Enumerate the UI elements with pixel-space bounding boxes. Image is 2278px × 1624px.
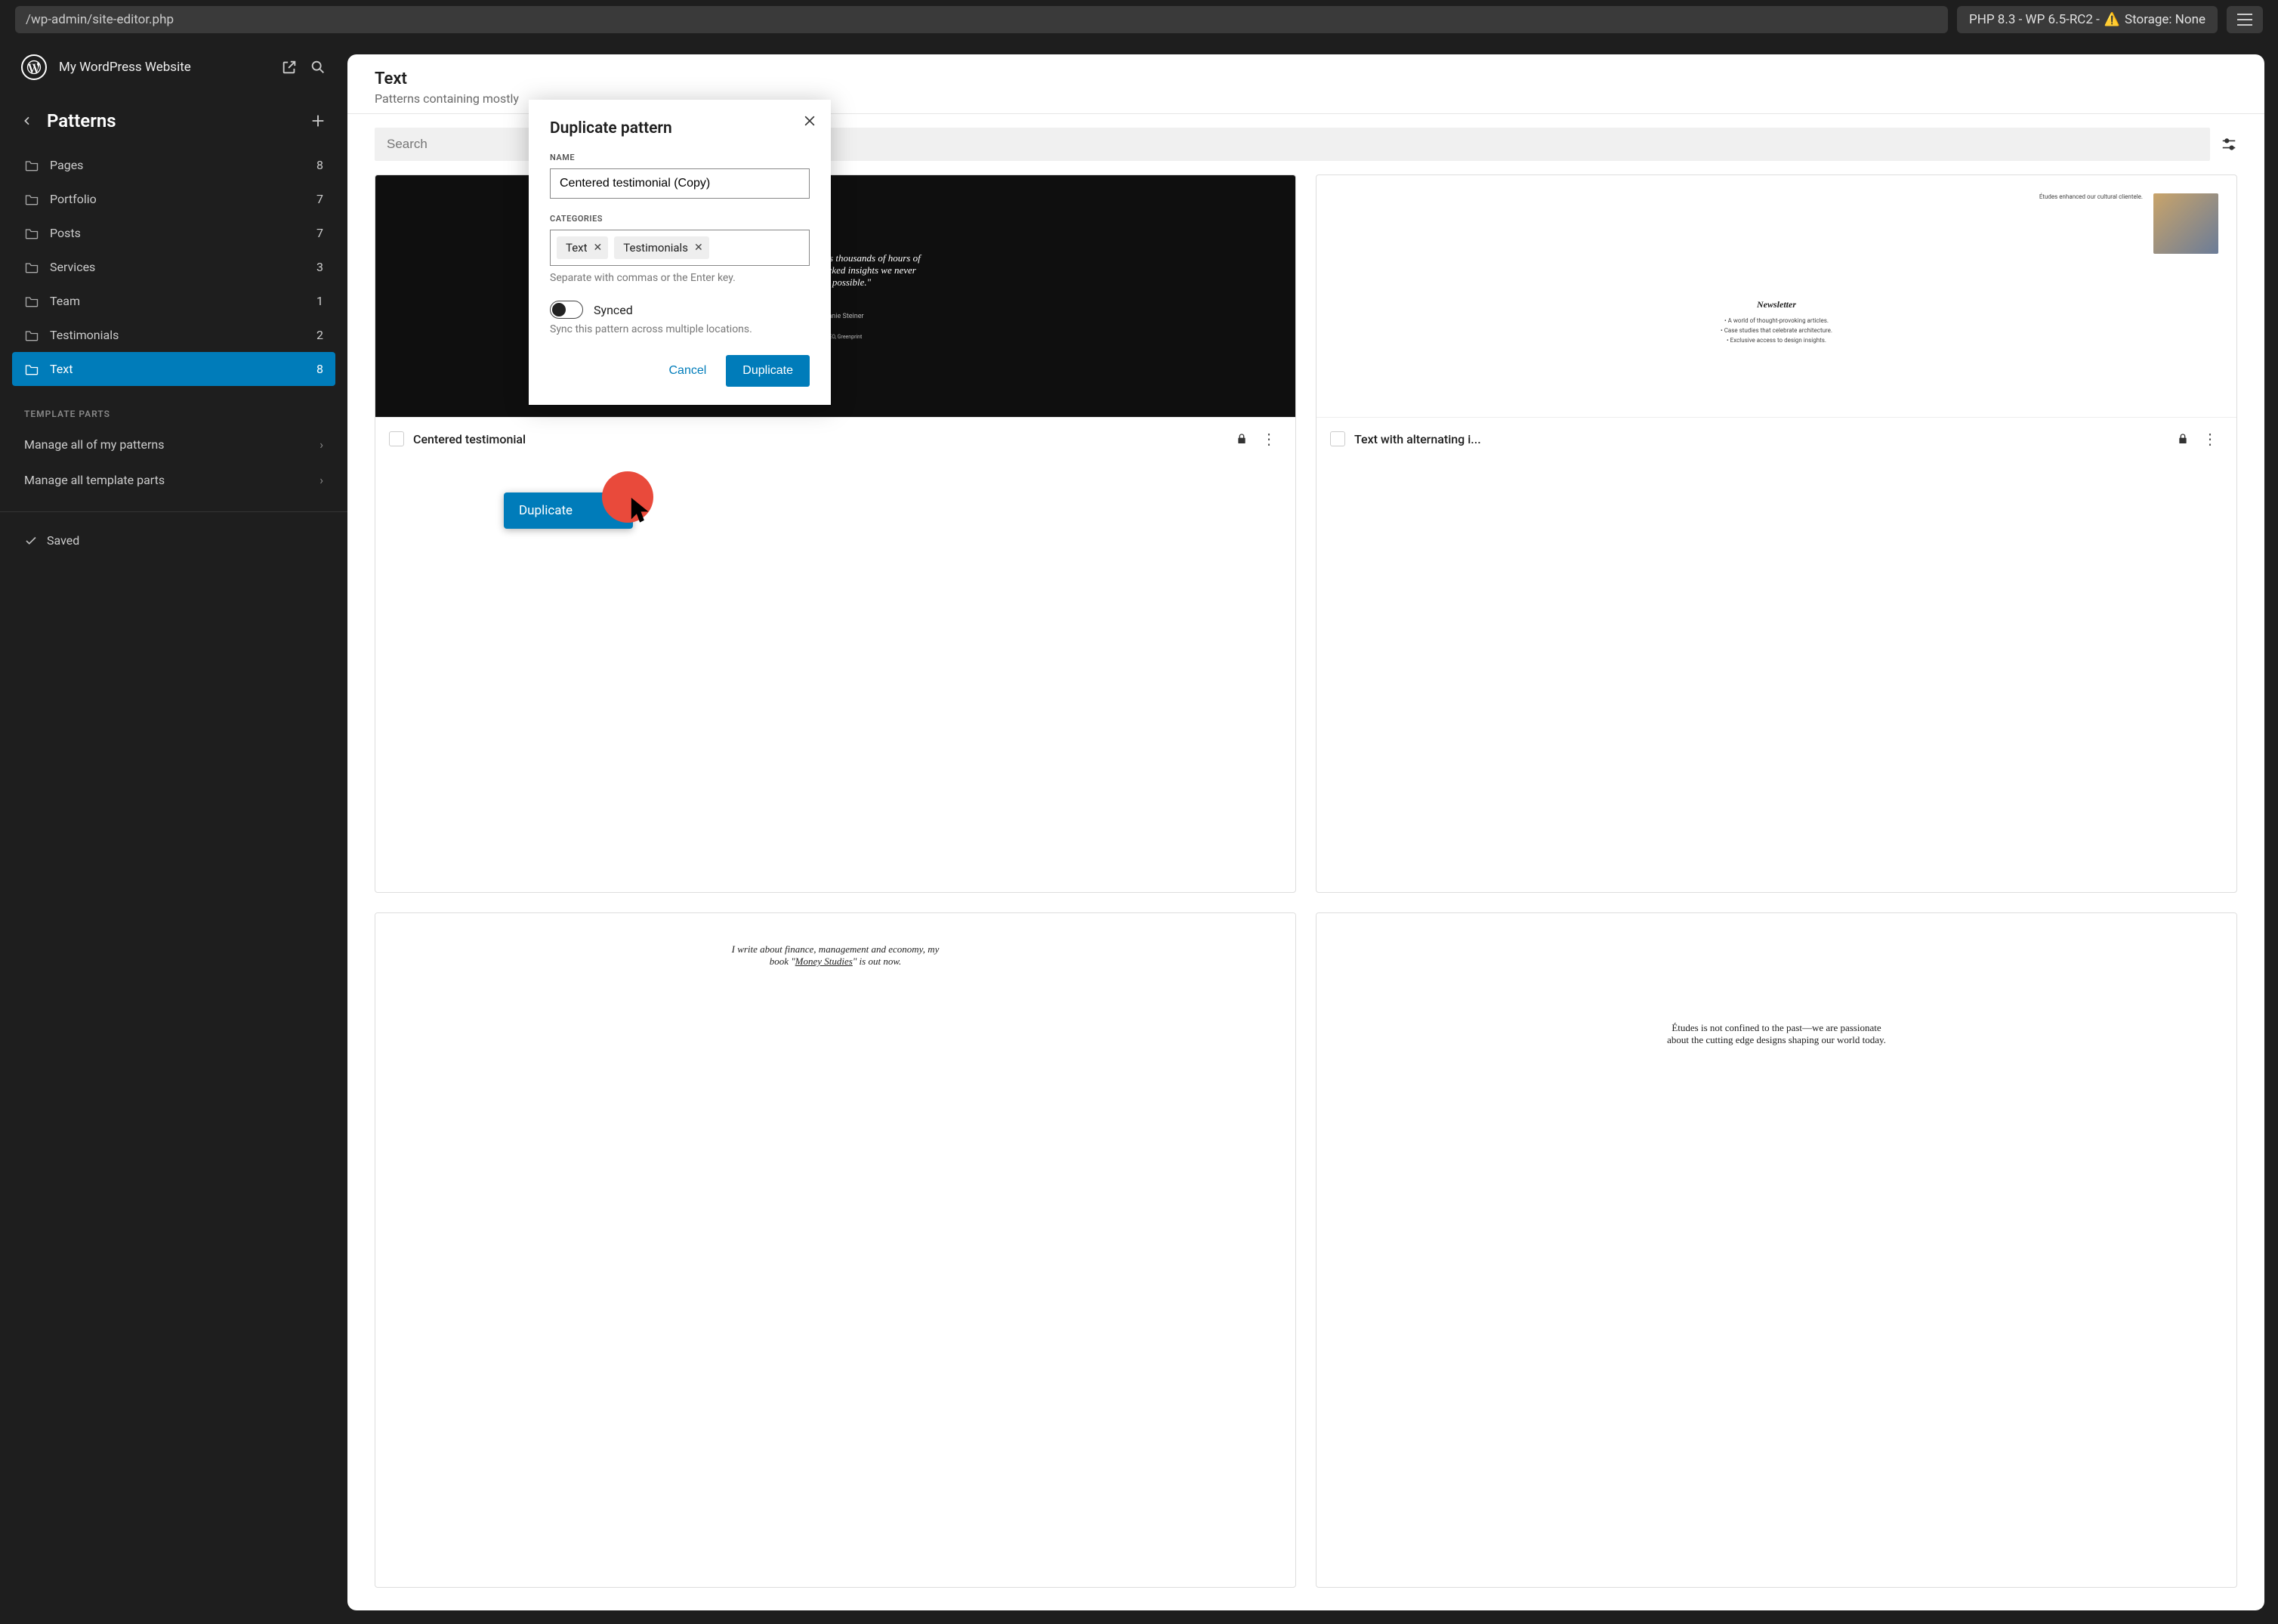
chevron-right-icon: › — [319, 437, 323, 452]
category-token: Testimonials ✕ — [614, 236, 708, 259]
modal-title: Duplicate pattern — [550, 119, 810, 137]
pattern-title: Text with alternating i... — [1354, 432, 2168, 446]
environment-pill: PHP 8.3 - WP 6.5-RC2 - ⚠️ Storage: None — [1957, 6, 2218, 33]
folder-icon — [24, 261, 39, 274]
url-bar[interactable]: /wp-admin/site-editor.php — [15, 6, 1948, 33]
name-label: NAME — [550, 153, 810, 162]
sidebar-item-text[interactable]: Text 8 — [12, 352, 335, 386]
cursor-icon — [629, 496, 655, 526]
pattern-preview: Études enhanced our cultural clientele. … — [1316, 175, 2236, 417]
close-button[interactable] — [802, 113, 817, 128]
template-parts-heading: TEMPLATE PARTS — [0, 395, 347, 427]
categories-label: CATEGORIES — [550, 214, 810, 224]
site-title: My WordPress Website — [59, 60, 269, 75]
main-panel: Text Patterns containing mostly "Études … — [347, 54, 2264, 1610]
sidebar-item-testimonials[interactable]: Testimonials 2 — [12, 318, 335, 352]
sidebar-item-services[interactable]: Services 3 — [12, 250, 335, 284]
sidebar-item-pages[interactable]: Pages 8 — [12, 148, 335, 182]
folder-icon — [24, 193, 39, 206]
check-icon — [24, 534, 38, 548]
pattern-preview: "Études has saved us thousands of hours … — [375, 175, 1295, 417]
manage-patterns-link[interactable]: Manage all of my patterns › — [0, 427, 347, 462]
remove-token-icon[interactable]: ✕ — [694, 242, 703, 254]
more-menu-button[interactable]: ⋮ — [2198, 430, 2223, 448]
search-icon[interactable] — [310, 59, 326, 76]
synced-hint: Sync this pattern across multiple locati… — [550, 323, 810, 335]
warning-icon: ⚠️ — [2104, 12, 2120, 27]
manage-template-parts-link[interactable]: Manage all template parts › — [0, 462, 347, 498]
synced-label: Synced — [594, 303, 633, 317]
pattern-preview: Études is not confined to the past—we ar… — [1316, 913, 2236, 1155]
select-checkbox[interactable] — [389, 431, 404, 446]
name-input[interactable] — [550, 168, 810, 199]
divider — [0, 511, 347, 512]
folder-icon — [24, 363, 39, 376]
remove-token-icon[interactable]: ✕ — [594, 242, 603, 254]
synced-toggle[interactable] — [550, 301, 583, 319]
folder-icon — [24, 295, 39, 308]
pattern-card[interactable]: I write about finance, management and ec… — [375, 912, 1296, 1588]
pattern-title: Centered testimonial — [413, 432, 1227, 446]
category-token: Text ✕ — [557, 236, 608, 259]
wordpress-logo[interactable] — [21, 54, 47, 80]
duplicate-button[interactable]: Duplicate — [726, 355, 810, 387]
lock-icon — [1236, 432, 1248, 446]
categories-hint: Separate with commas or the Enter key. — [550, 272, 810, 284]
external-link-icon[interactable] — [281, 59, 298, 76]
pattern-card[interactable]: "Études has saved us thousands of hours … — [375, 174, 1296, 893]
menu-button[interactable] — [2227, 6, 2263, 33]
saved-status: Saved — [0, 526, 347, 555]
categories-input[interactable]: Text ✕ Testimonials ✕ — [550, 230, 810, 266]
more-menu-button[interactable]: ⋮ — [1257, 430, 1282, 448]
sidebar-item-team[interactable]: Team 1 — [12, 284, 335, 318]
browser-chrome: /wp-admin/site-editor.php PHP 8.3 - WP 6… — [0, 0, 2278, 39]
cancel-button[interactable]: Cancel — [656, 355, 718, 387]
folder-icon — [24, 329, 39, 342]
pattern-card[interactable]: Études is not confined to the past—we ar… — [1316, 912, 2237, 1588]
pattern-preview: I write about finance, management and ec… — [375, 913, 1295, 1155]
folder-icon — [24, 227, 39, 240]
category-list: Pages 8 Portfolio 7 Posts 7 Services 3 T… — [0, 139, 347, 395]
lock-icon — [2177, 432, 2189, 446]
select-checkbox[interactable] — [1330, 431, 1345, 446]
filter-icon[interactable] — [2221, 136, 2237, 153]
back-button[interactable] — [21, 115, 33, 127]
duplicate-pattern-modal: Duplicate pattern NAME CATEGORIES Text ✕… — [529, 100, 831, 405]
sidebar-item-portfolio[interactable]: Portfolio 7 — [12, 182, 335, 216]
folder-icon — [24, 159, 39, 172]
sidebar: My WordPress Website Patterns Pages 8 — [0, 39, 347, 1624]
nav-title: Patterns — [47, 110, 296, 131]
sidebar-item-posts[interactable]: Posts 7 — [12, 216, 335, 250]
page-title: Text — [375, 69, 2237, 88]
add-pattern-button[interactable] — [310, 113, 326, 129]
pattern-card[interactable]: Études enhanced our cultural clientele. … — [1316, 174, 2237, 893]
chevron-right-icon: › — [319, 473, 323, 487]
